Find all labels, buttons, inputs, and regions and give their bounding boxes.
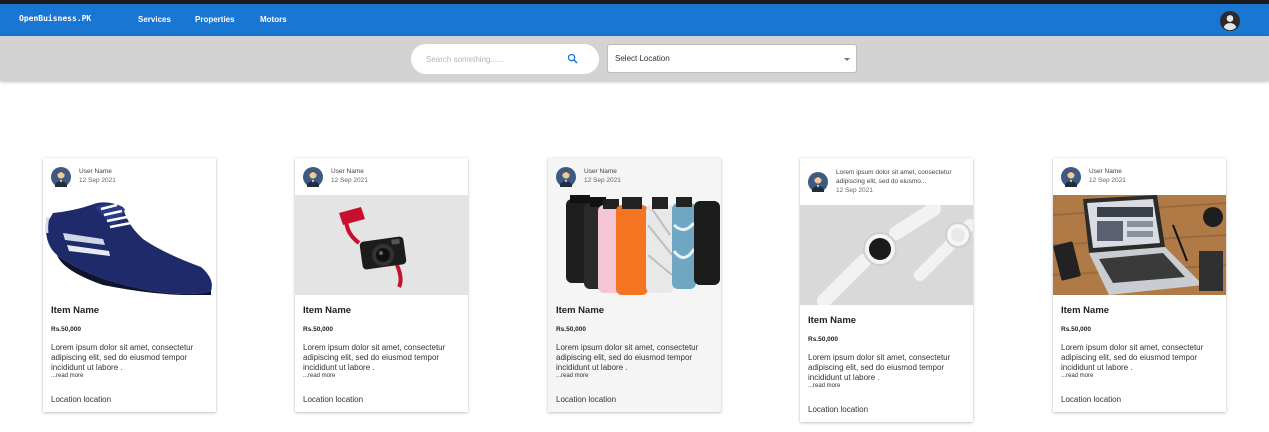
post-date: 12 Sep 2021 <box>79 177 116 184</box>
item-name[interactable]: Item Name <box>808 315 965 326</box>
item-image-bottles[interactable] <box>548 195 721 295</box>
nav-link-motors[interactable]: Motors <box>260 15 287 24</box>
item-description: Lorem ipsum dolor sit amet, consectetur … <box>1061 343 1204 372</box>
card-header: User Name 12 Sep 2021 <box>43 158 216 195</box>
search-bar: Select Location <box>0 36 1269 81</box>
item-location: Location location <box>303 395 364 404</box>
card-body: Item Name Rs.50,000 Lorem ipsum dolor si… <box>1053 305 1226 404</box>
location-select[interactable]: Select Location <box>607 44 857 73</box>
post-date: 12 Sep 2021 <box>836 187 873 194</box>
post-date: 12 Sep 2021 <box>584 177 621 184</box>
card-header: User Name 12 Sep 2021 <box>1053 158 1226 195</box>
listing-card[interactable]: User Name 12 Sep 2021 Item Name Rs.50,00… <box>43 158 216 412</box>
nav-link-properties[interactable]: Properties <box>195 15 235 24</box>
item-description: Lorem ipsum dolor sit amet, consectetur … <box>51 343 194 372</box>
user-avatar-icon <box>1061 167 1081 187</box>
read-more-link[interactable]: ...read more <box>51 373 208 379</box>
card-header: User Name 12 Sep 2021 <box>295 158 468 195</box>
card-body: Item Name Rs.50,000 Lorem ipsum dolor si… <box>295 305 468 404</box>
item-name[interactable]: Item Name <box>1061 305 1218 316</box>
item-price: Rs.50,000 <box>303 326 333 333</box>
item-location: Location location <box>51 395 112 404</box>
item-price: Rs.50,000 <box>51 326 81 333</box>
read-more-link[interactable]: ...read more <box>303 373 460 379</box>
item-image-watch[interactable] <box>800 205 973 305</box>
user-name[interactable]: Lorem ipsum dolor sit amet, consectetur … <box>836 168 968 186</box>
account-circle-icon[interactable] <box>1220 11 1240 31</box>
item-image-shoe[interactable] <box>43 195 216 295</box>
listing-card[interactable]: Lorem ipsum dolor sit amet, consectetur … <box>800 158 973 422</box>
location-select-value: Select Location <box>615 54 670 63</box>
card-header: User Name 12 Sep 2021 <box>548 158 721 195</box>
user-name[interactable]: User Name <box>331 168 364 175</box>
read-more-link[interactable]: ...read more <box>808 383 965 389</box>
nav-link-services[interactable]: Services <box>138 15 171 24</box>
item-location: Location location <box>808 405 869 414</box>
search-icon[interactable] <box>567 53 578 64</box>
post-date: 12 Sep 2021 <box>331 177 368 184</box>
top-navbar: OpenBuisness.PK Services Properties Moto… <box>0 4 1269 36</box>
listing-card[interactable]: User Name 12 Sep 2021 Item Name Rs.50,00… <box>1053 158 1226 412</box>
user-avatar-icon <box>51 167 71 187</box>
item-location: Location location <box>1061 395 1122 404</box>
item-name[interactable]: Item Name <box>303 305 460 316</box>
listing-card[interactable]: User Name 12 Sep 2021 Item Name Rs.50,00… <box>548 158 721 412</box>
user-name[interactable]: User Name <box>79 168 112 175</box>
card-body: Item Name Rs.50,000 Lorem ipsum dolor si… <box>800 315 973 414</box>
search-input[interactable] <box>426 51 566 67</box>
user-avatar-icon <box>303 167 323 187</box>
item-price: Rs.50,000 <box>808 336 838 343</box>
item-location: Location location <box>556 395 617 404</box>
chevron-down-icon[interactable] <box>844 58 850 61</box>
item-image-laptop[interactable] <box>1053 195 1226 295</box>
item-description: Lorem ipsum dolor sit amet, consectetur … <box>303 343 446 372</box>
item-image-camera[interactable] <box>295 195 468 295</box>
item-price: Rs.50,000 <box>556 326 586 333</box>
item-name[interactable]: Item Name <box>556 305 713 316</box>
card-body: Item Name Rs.50,000 Lorem ipsum dolor si… <box>43 305 216 404</box>
user-avatar-icon <box>556 167 576 187</box>
item-name[interactable]: Item Name <box>51 305 208 316</box>
brand-logo[interactable]: OpenBuisness.PK <box>19 14 91 23</box>
user-avatar-icon <box>808 172 828 192</box>
card-body: Item Name Rs.50,000 Lorem ipsum dolor si… <box>548 305 721 404</box>
read-more-link[interactable]: ...read more <box>556 373 713 379</box>
item-description: Lorem ipsum dolor sit amet, consectetur … <box>556 343 699 372</box>
user-name[interactable]: User Name <box>1089 168 1122 175</box>
listing-card[interactable]: User Name 12 Sep 2021 Item Name Rs.50,00… <box>295 158 468 412</box>
post-date: 12 Sep 2021 <box>1089 177 1126 184</box>
item-price: Rs.50,000 <box>1061 326 1091 333</box>
item-description: Lorem ipsum dolor sit amet, consectetur … <box>808 353 951 382</box>
card-header: Lorem ipsum dolor sit amet, consectetur … <box>800 158 973 205</box>
search-box[interactable] <box>411 44 599 74</box>
user-name[interactable]: User Name <box>584 168 617 175</box>
read-more-link[interactable]: ...read more <box>1061 373 1218 379</box>
